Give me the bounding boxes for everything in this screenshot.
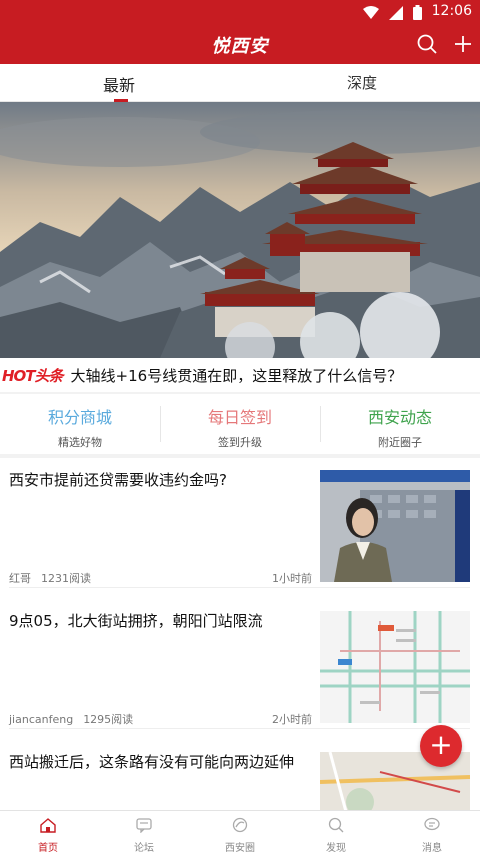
shortcut-subtitle: 签到升级 [218,436,262,449]
hero-banner[interactable] [0,102,480,358]
forum-icon [136,818,152,834]
clock: 12:06 [431,3,472,19]
floating-add-button[interactable]: + [420,725,462,767]
shortcut-title: 积分商城 [47,408,112,427]
message-icon [424,817,440,831]
article-item[interactable]: 西站搬迁后，这条路有没有可能向两边延伸 [0,740,480,810]
nav-label: 消息 [422,843,442,854]
discover-icon [328,817,344,833]
nav-item-messages[interactable]: 消息 [384,811,480,855]
nav-item-discover[interactable]: 发现 [288,811,384,855]
article-title: 西站搬迁后，这条路有没有可能向两边延伸 [9,753,295,771]
app-title: 悦西安 [211,36,269,57]
signal-icon [389,5,403,20]
article-title: 9点05，北大街站拥挤，朝阳门站限流 [9,612,263,630]
nav-item-xian-circle[interactable]: 西安圈 [192,811,288,855]
article-feed: 西安市提前还贷需要收违约金吗? 红哥 1231阅读 1小时前 9点05，北大街站拥… [0,458,480,810]
article-divider [9,587,470,588]
article-time: 1小时前 [272,572,312,585]
shortcut-subtitle: 精选好物 [58,436,102,449]
article-author: jiancanfeng [9,713,74,726]
hot-headline-bar[interactable]: HOT头条 大轴线+16号线贯通在即，这里释放了什么信号？ [0,358,480,392]
hot-logo: HOT头条 [2,366,64,385]
shortcut-title: 西安动态 [367,408,432,427]
shortcut-xian-news[interactable]: 西安动态 附近圈子 [320,394,480,454]
home-icon [40,818,56,833]
nav-label: 论坛 [134,843,154,854]
shortcut-title: 每日签到 [207,408,272,427]
nav-label: 发现 [326,843,346,854]
bottom-nav: 首页 论坛 西安圈 发现 消息 [0,810,480,855]
article-meta: jiancanfeng 1295阅读 [9,711,133,727]
article-thumbnail [320,611,470,723]
shortcut-bar: 积分商城 精选好物 每日签到 签到升级 西安动态 附近圈子 [0,394,480,454]
search-icon[interactable] [416,33,438,55]
app-bar: 悦西安 [0,24,480,64]
nav-label: 首页 [38,843,58,854]
battery-icon [413,5,422,20]
wifi-icon [363,5,379,19]
circle-icon [232,817,248,833]
status-bar: 12:06 [0,0,480,24]
article-reads: 1231阅读 [41,572,91,585]
article-reads: 1295阅读 [83,713,134,726]
shortcut-daily-checkin[interactable]: 每日签到 签到升级 [160,394,320,454]
article-time: 2小时前 [272,713,312,726]
nav-label: 西安圈 [225,843,255,854]
add-icon[interactable] [452,33,474,55]
top-tabs: 最新 深度 [0,64,480,102]
shortcut-points-mall[interactable]: 积分商城 精选好物 [0,394,160,454]
article-divider [9,728,470,729]
shortcut-subtitle: 附近圈子 [378,436,422,449]
article-author: 红哥 [9,572,31,585]
status-icons [363,5,422,20]
article-thumbnail [320,470,470,582]
hero-image [0,102,480,358]
article-meta: 红哥 1231阅读 [9,570,91,586]
tab-latest[interactable]: 最新 [103,72,135,96]
article-item[interactable]: 9点05，北大街站拥挤，朝阳门站限流 jiancanfeng 1295阅读 2小时… [0,599,480,729]
nav-item-forum[interactable]: 论坛 [96,811,192,855]
article-title: 西安市提前还贷需要收违约金吗? [9,471,227,489]
nav-item-home[interactable]: 首页 [0,811,96,855]
article-item[interactable]: 西安市提前还贷需要收违约金吗? 红哥 1231阅读 1小时前 [0,458,480,588]
tab-depth[interactable]: 深度 [347,72,377,93]
hot-headline[interactable]: 大轴线+16号线贯通在即，这里释放了什么信号？ [71,365,403,386]
